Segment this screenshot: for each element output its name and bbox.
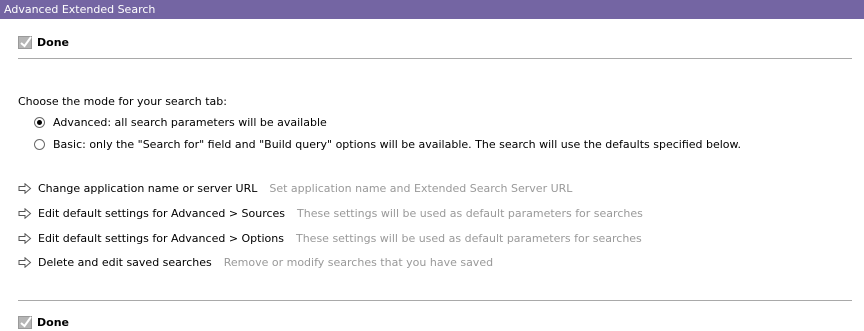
radio-button-selected[interactable] (34, 117, 45, 128)
link-label[interactable]: Change application name or server URL (38, 182, 257, 195)
link-description: Set application name and Extended Search… (269, 182, 573, 195)
link-saved-searches[interactable]: Delete and edit saved searches Remove or… (18, 256, 493, 269)
mode-option-basic[interactable]: Basic: only the "Search for" field and "… (34, 138, 741, 151)
arrow-right-icon (18, 208, 32, 219)
link-change-application[interactable]: Change application name or server URL Se… (18, 182, 572, 195)
arrow-right-icon (18, 183, 32, 194)
link-description: These settings will be used as default p… (295, 232, 642, 245)
link-description: These settings will be used as default p… (297, 207, 643, 220)
divider (18, 300, 852, 301)
link-label[interactable]: Delete and edit saved searches (38, 256, 212, 269)
radio-button[interactable] (34, 139, 45, 150)
window-title: Advanced Extended Search (0, 0, 864, 19)
mode-option-label: Basic: only the "Search for" field and "… (53, 138, 742, 151)
arrow-right-icon (18, 233, 32, 244)
done-label: Done (37, 35, 69, 49)
mode-option-advanced[interactable]: Advanced: all search parameters will be … (34, 116, 327, 129)
mode-option-label: Advanced: all search parameters will be … (53, 116, 327, 129)
done-button-bottom[interactable]: Done (18, 313, 69, 331)
link-edit-options[interactable]: Edit default settings for Advanced > Opt… (18, 232, 642, 245)
link-label[interactable]: Edit default settings for Advanced > Opt… (38, 232, 284, 245)
link-edit-sources[interactable]: Edit default settings for Advanced > Sou… (18, 207, 643, 220)
checkmark-icon (18, 35, 32, 49)
link-label[interactable]: Edit default settings for Advanced > Sou… (38, 207, 285, 220)
arrow-right-icon (18, 257, 32, 268)
divider (18, 58, 852, 59)
mode-prompt: Choose the mode for your search tab: (18, 95, 227, 108)
done-button-top[interactable]: Done (18, 33, 69, 51)
link-description: Remove or modify searches that you have … (223, 256, 494, 269)
